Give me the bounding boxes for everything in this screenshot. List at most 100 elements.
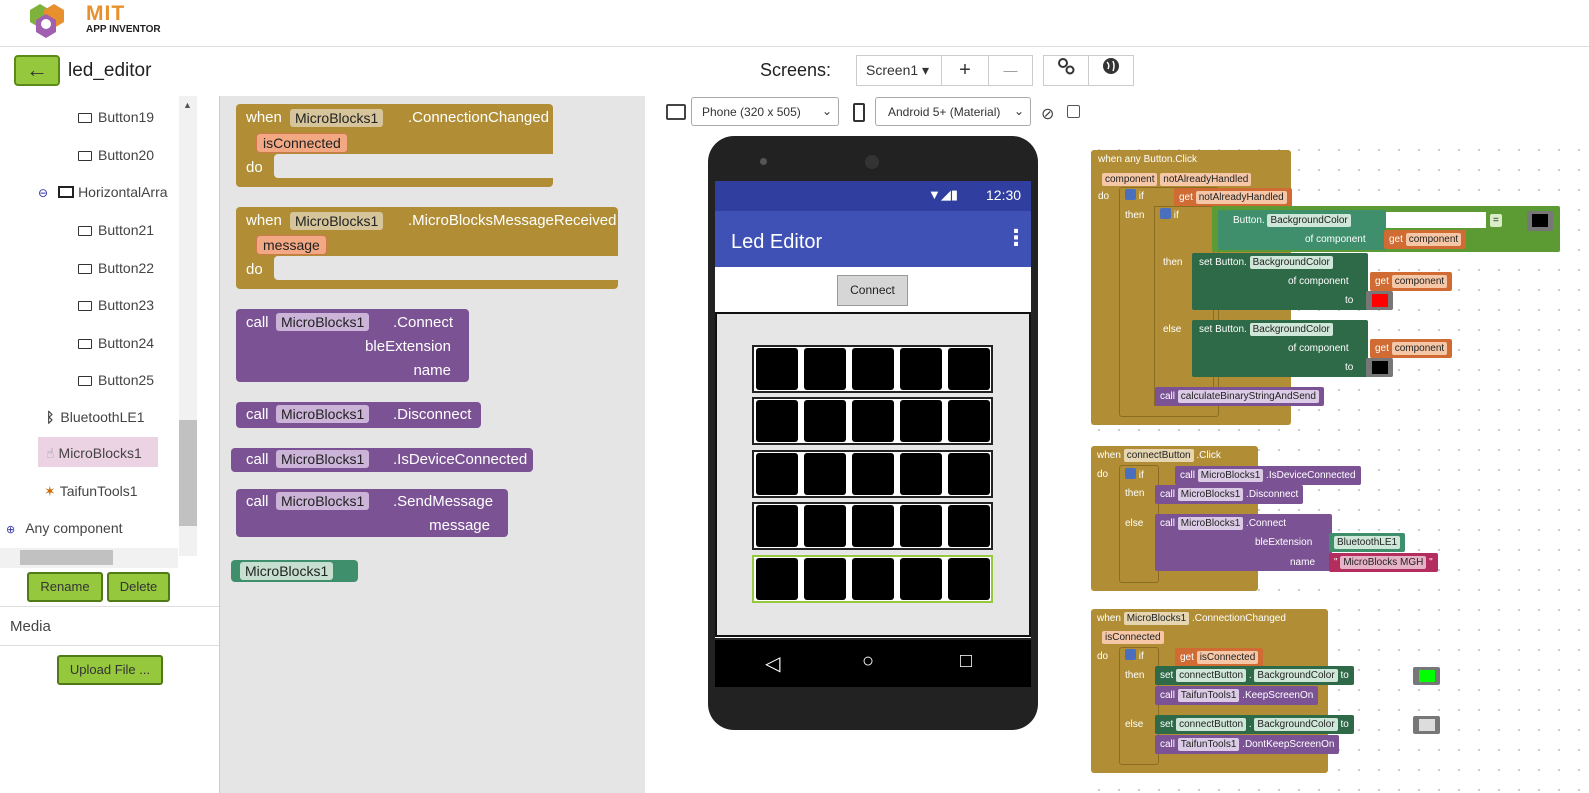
led-cell[interactable] xyxy=(756,453,798,495)
led-cell[interactable] xyxy=(804,505,846,547)
tree-item-any-component[interactable]: ⊕ Any component xyxy=(6,520,123,536)
compare-operator-dropdown[interactable]: = xyxy=(1490,214,1502,227)
led-cell[interactable] xyxy=(756,558,798,600)
component-dropdown[interactable]: MicroBlocks1 xyxy=(1123,612,1190,625)
color-green-block[interactable] xyxy=(1413,667,1440,685)
set-bgcolor-green[interactable]: set connectButton . BackgroundColor to xyxy=(1155,666,1354,685)
led-cell[interactable] xyxy=(852,558,894,600)
get-component[interactable]: get component xyxy=(1370,339,1453,358)
component-dropdown[interactable]: connectButton xyxy=(1123,449,1194,462)
led-cell[interactable] xyxy=(804,348,846,390)
call-isdeviceconnected[interactable]: call MicroBlocks1 .IsDeviceConnected xyxy=(1175,466,1361,485)
led-cell[interactable] xyxy=(948,348,990,390)
bluetoothle1-block[interactable]: BluetoothLE1 xyxy=(1329,533,1406,552)
event-block-messagereceived[interactable]: when MicroBlocks1 .MicroBlocksMessageRec… xyxy=(236,207,618,289)
add-screen-button[interactable]: + xyxy=(941,55,989,86)
property-dropdown[interactable]: BackgroundColor xyxy=(1249,323,1333,336)
hscroll-thumb[interactable] xyxy=(20,550,113,565)
device-size-select[interactable]: Phone (320 x 505) ⌄ xyxy=(691,97,839,126)
delete-button[interactable]: Delete xyxy=(107,572,170,602)
component-dropdown[interactable]: MicroBlocks1 xyxy=(290,212,384,230)
led-cell[interactable] xyxy=(900,505,942,547)
tree-item-button25[interactable]: Button25 xyxy=(78,372,154,388)
led-cell[interactable] xyxy=(804,558,846,600)
screen-select[interactable]: Screen1 ▾ xyxy=(856,55,942,86)
led-cell[interactable] xyxy=(852,400,894,442)
call-procedure-block[interactable]: call calculateBinaryStringAndSend xyxy=(1155,387,1324,406)
tree-item-bluetoothle1[interactable]: ᛒ BluetoothLE1 xyxy=(46,409,144,425)
led-cell[interactable] xyxy=(900,400,942,442)
property-dropdown[interactable]: BackgroundColor xyxy=(1249,256,1333,269)
param-message[interactable]: message xyxy=(256,235,327,255)
color-black-block[interactable] xyxy=(1366,358,1393,377)
component-block-microblocks1[interactable]: MicroBlocks1 xyxy=(231,560,358,582)
led-cell[interactable] xyxy=(948,400,990,442)
theme-select[interactable]: Android 5+ (Material) ⌄ xyxy=(875,97,1031,126)
project-settings-button[interactable] xyxy=(1043,55,1089,86)
tree-item-button20[interactable]: Button20 xyxy=(78,147,154,163)
get-component[interactable]: get component xyxy=(1384,230,1467,249)
color-lightgray-block[interactable] xyxy=(1413,716,1440,734)
led-cell[interactable] xyxy=(852,453,894,495)
component-dropdown[interactable]: MicroBlocks1 xyxy=(276,313,370,331)
param-isconnected[interactable]: isConnected xyxy=(1102,631,1164,644)
tree-item-button24[interactable]: Button24 xyxy=(78,335,154,351)
get-isconnected[interactable]: get isConnected xyxy=(1175,648,1264,667)
mutator-gear-icon[interactable] xyxy=(1125,189,1136,200)
color-black-block[interactable] xyxy=(1527,211,1553,231)
led-cell[interactable] xyxy=(852,348,894,390)
param-component[interactable]: component xyxy=(1102,173,1158,186)
tree-item-button19[interactable]: Button19 xyxy=(78,109,154,125)
tree-item-button23[interactable]: Button23 xyxy=(78,297,154,313)
app-inventor-logo[interactable] xyxy=(24,2,70,42)
mutator-gear-icon[interactable] xyxy=(1160,208,1171,219)
param-notalreadyhandled[interactable]: notAlreadyHandled xyxy=(1160,173,1252,186)
mutator-gear-icon[interactable] xyxy=(1125,468,1136,479)
led-cell[interactable] xyxy=(804,453,846,495)
led-cell[interactable] xyxy=(900,453,942,495)
led-cell[interactable] xyxy=(756,505,798,547)
tree-item-microblocks1[interactable]: ☝ MicroBlocks1 xyxy=(38,437,158,467)
overflow-menu-icon[interactable]: ⋮ xyxy=(1005,225,1027,251)
call-block-sendmessage[interactable]: call MicroBlocks1 .SendMessage message xyxy=(236,489,508,537)
connect-button[interactable]: Connect xyxy=(837,275,908,306)
nav-home-icon[interactable]: ○ xyxy=(862,650,874,673)
hidden-components-checkbox[interactable] xyxy=(1067,105,1080,118)
property-dropdown[interactable]: BackgroundColor xyxy=(1267,214,1351,227)
call-keepscreenon[interactable]: call TaifunTools1 .KeepScreenOn xyxy=(1155,686,1319,705)
component-dropdown[interactable]: MicroBlocks1 xyxy=(276,450,370,468)
collapse-icon[interactable]: ⊖ xyxy=(38,186,48,200)
upload-file-button[interactable]: Upload File ... xyxy=(57,655,163,685)
led-cell[interactable] xyxy=(852,505,894,547)
led-cell[interactable] xyxy=(756,348,798,390)
set-bgcolor-lightgray[interactable]: set connectButton . BackgroundColor to xyxy=(1155,715,1354,734)
call-dontkeepscreenon[interactable]: call TaifunTools1 .DontKeepScreenOn xyxy=(1155,735,1340,754)
call-disconnect[interactable]: call MicroBlocks1 .Disconnect xyxy=(1155,485,1304,504)
tree-vertical-scrollbar[interactable]: ▲ xyxy=(179,96,197,556)
component-dropdown[interactable]: MicroBlocks1 xyxy=(276,405,370,423)
image-preview-icon[interactable] xyxy=(666,104,686,120)
remove-screen-button[interactable]: — xyxy=(988,55,1033,86)
component-dropdown[interactable]: MicroBlocks1 xyxy=(290,109,384,127)
tree-item-horizontalarrangement[interactable]: ⊖ HorizontalArra xyxy=(38,184,168,200)
call-block-isdeviceconnected[interactable]: call MicroBlocks1 .IsDeviceConnected xyxy=(231,448,533,472)
back-button[interactable]: ← xyxy=(14,55,60,86)
expand-icon[interactable]: ⊕ xyxy=(6,524,15,536)
led-cell[interactable] xyxy=(804,400,846,442)
led-cell[interactable] xyxy=(756,400,798,442)
get-component[interactable]: get component xyxy=(1370,272,1453,291)
component-dropdown[interactable]: MicroBlocks1 xyxy=(276,492,370,510)
scroll-thumb[interactable] xyxy=(179,420,197,526)
tree-horizontal-scrollbar[interactable] xyxy=(0,548,178,568)
nav-back-icon[interactable]: ◁ xyxy=(765,651,780,676)
call-block-connect[interactable]: call MicroBlocks1 .Connect bleExtension … xyxy=(236,309,469,382)
tree-item-taifuntools1[interactable]: ✶ TaifunTools1 xyxy=(44,483,138,500)
component-dropdown[interactable]: MicroBlocks1 xyxy=(240,562,334,580)
language-button[interactable] xyxy=(1088,55,1134,86)
text-string-block[interactable]: " MicroBlocks MGH " xyxy=(1329,553,1438,572)
get-notalreadyhandled[interactable]: get notAlreadyHandled xyxy=(1174,188,1292,207)
nav-recent-icon[interactable]: □ xyxy=(960,650,972,673)
tree-item-button22[interactable]: Button22 xyxy=(78,260,154,276)
rename-button[interactable]: Rename xyxy=(27,572,103,602)
tree-item-button21[interactable]: Button21 xyxy=(78,222,154,238)
